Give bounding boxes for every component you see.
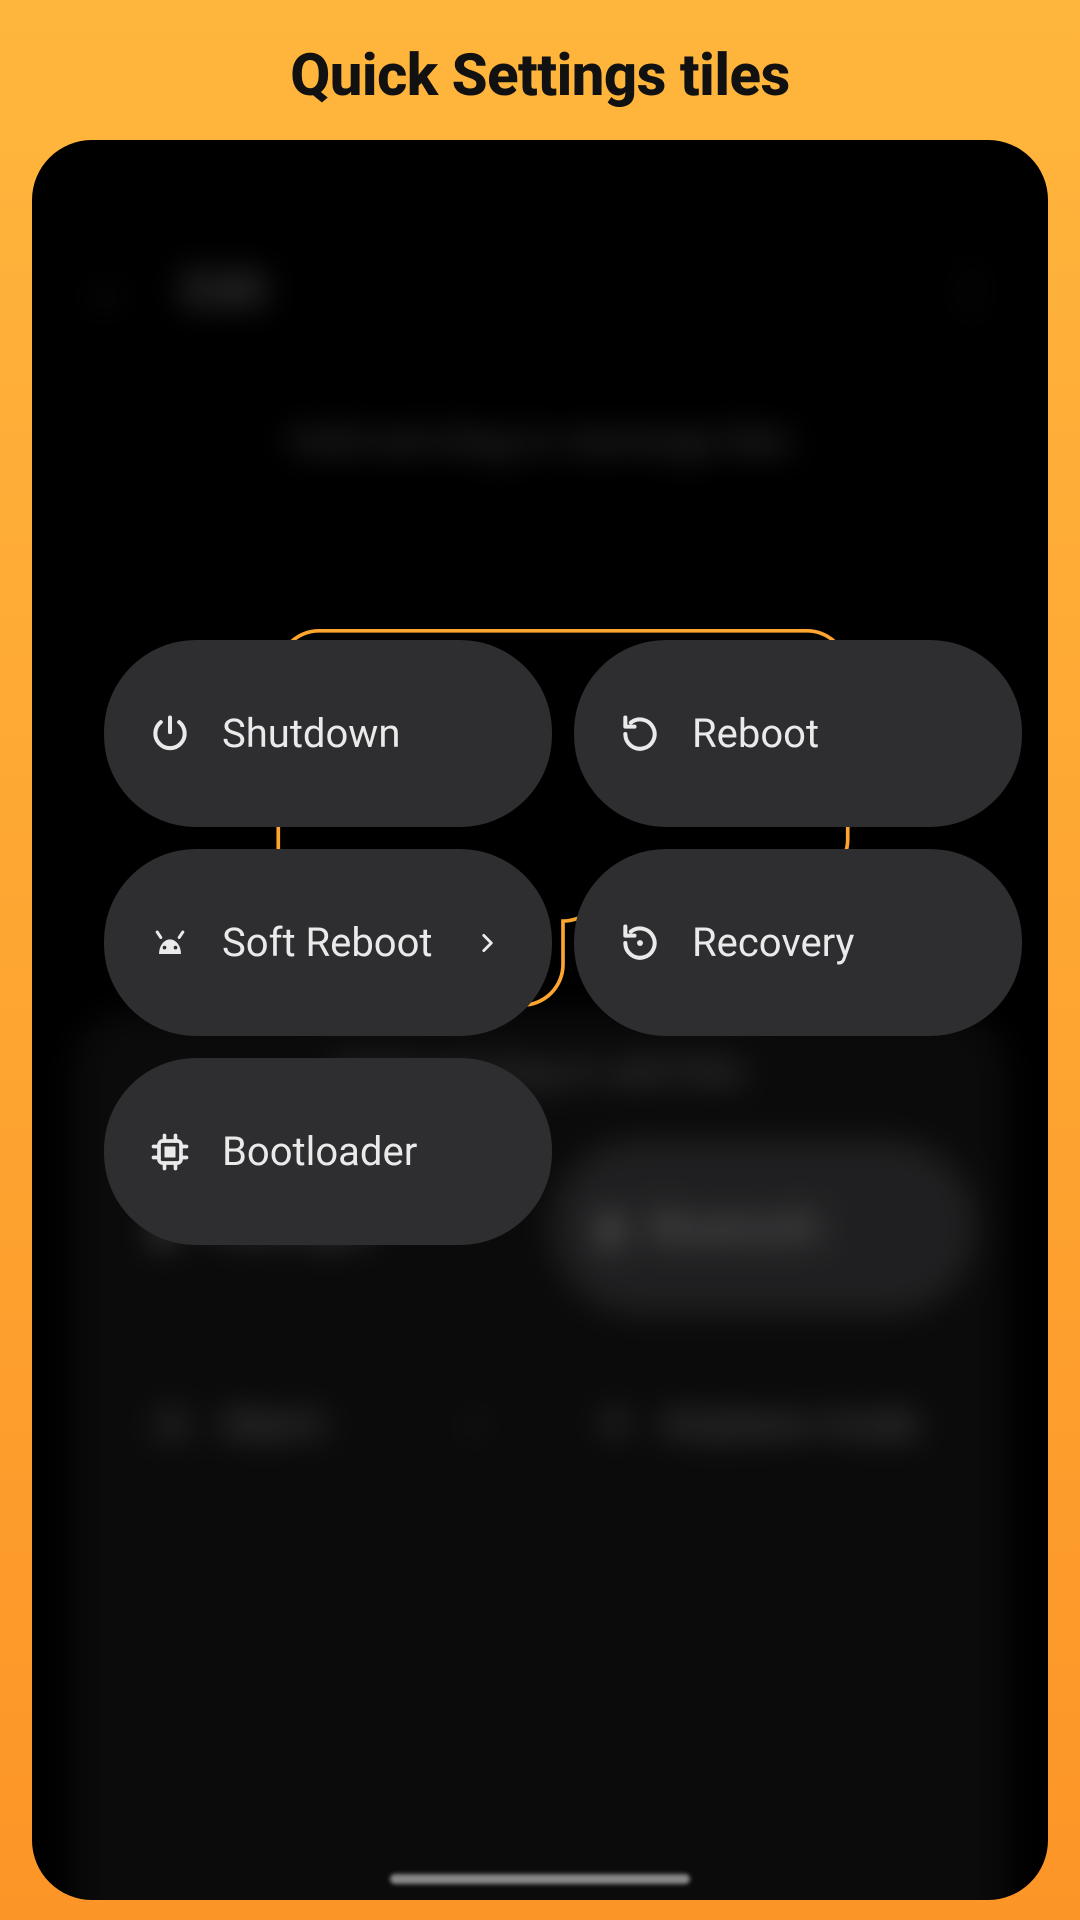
tile-soft-reboot[interactable]: Soft Reboot [104, 849, 552, 1036]
header-title: Edit [182, 261, 267, 319]
more-icon[interactable]: ⋮ [946, 260, 996, 319]
tile-label: Airplane mode [661, 1400, 919, 1447]
promo-title: Quick Settings tiles [0, 0, 1080, 110]
alarm-icon: ⦿ [152, 1394, 192, 1452]
rearrange-hint: Hold and drag to rearrange tiles [32, 420, 1048, 462]
tile-airplane[interactable]: ✈ Airplane mode [551, 1336, 976, 1510]
tile-label: Soft Reboot [222, 919, 433, 966]
android-icon [148, 921, 192, 965]
edit-header: ← Edit ⋮ [32, 260, 1048, 319]
tile-label: Alarm [220, 1400, 326, 1447]
tile-reboot[interactable]: Reboot [574, 640, 1022, 827]
tile-shutdown[interactable]: Shutdown [104, 640, 552, 827]
power-icon [148, 712, 192, 756]
tile-bootloader[interactable]: Bootloader [104, 1058, 552, 1245]
restore-icon [618, 921, 662, 965]
rotate-ccw-icon [618, 712, 662, 756]
airplane-icon: ✈ [599, 1400, 633, 1447]
back-icon[interactable]: ← [84, 260, 134, 319]
tile-label: Recovery [692, 919, 854, 966]
chevron-right-icon [474, 919, 500, 966]
tile-label: Shutdown [222, 710, 400, 757]
tile-recovery[interactable]: Recovery [574, 849, 1022, 1036]
tile-label: Reboot [692, 710, 819, 757]
chevron-right-icon: › [469, 1400, 481, 1447]
power-tiles-grid: Shutdown Reboot Soft Rebo [104, 640, 1022, 1245]
tile-alarm[interactable]: ⦿ Alarm › [104, 1336, 529, 1510]
device-frame: ← Edit ⋮ Hold and drag to rearrange tile… [32, 140, 1048, 1900]
home-indicator[interactable] [390, 1874, 690, 1884]
chip-icon [148, 1130, 192, 1174]
tile-label: Bootloader [222, 1128, 417, 1175]
